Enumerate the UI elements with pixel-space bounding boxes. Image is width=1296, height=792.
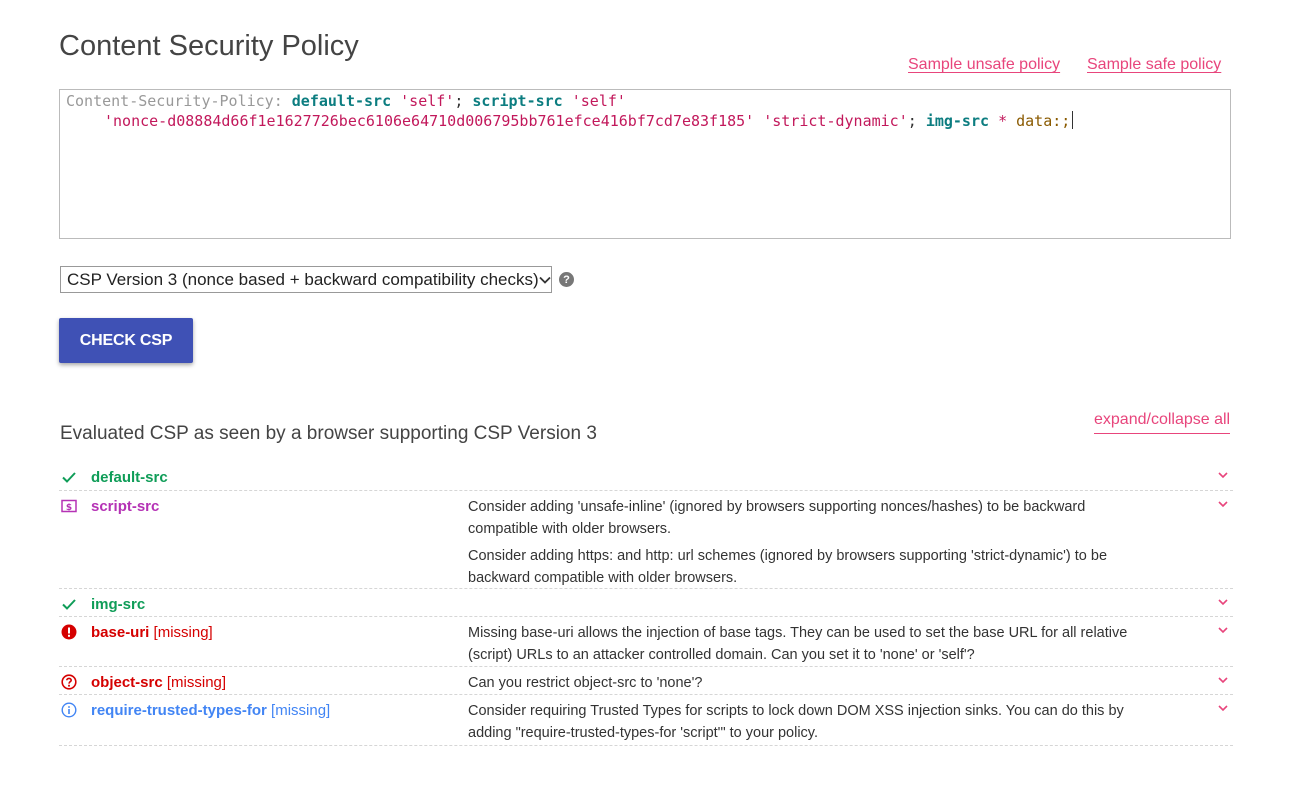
sample-safe-policy-link[interactable]: Sample safe policy (1087, 56, 1221, 74)
missing-tag: [missing] (271, 702, 331, 719)
csp-version-select[interactable]: CSP Version 3 (nonce based + backward co… (60, 266, 552, 293)
check-csp-button[interactable]: CHECK CSP (59, 318, 193, 363)
dollar-badge-icon: $ (61, 498, 77, 514)
page-title: Content Security Policy (59, 30, 359, 62)
editor-directive-img-src: img-src (925, 112, 990, 130)
check-icon (61, 596, 77, 612)
editor-directive-default-src: default-src (291, 92, 392, 110)
finding-messages: Missing base-uri allows the injection of… (468, 622, 1148, 671)
directive-name: require-trusted-types-for [missing] (91, 702, 330, 719)
directive-name: img-src (91, 596, 146, 613)
csp-editor[interactable]: Content-Security-Policy: default-src 'se… (59, 89, 1231, 239)
missing-tag: [missing] (166, 674, 227, 691)
svg-text:$: $ (66, 503, 72, 513)
editor-line-1: Content-Security-Policy: default-src 'se… (66, 92, 1224, 111)
results-list: default-src $ script-src Consider adding… (59, 462, 1233, 746)
editor-source-self: 'self' (571, 92, 626, 110)
editor-separator: ; (907, 112, 917, 130)
result-row-object-src[interactable]: object-src [missing] Can you restrict ob… (59, 667, 1233, 695)
editor-source-strict-dynamic: 'strict-dynamic' (763, 112, 908, 130)
directive-name: default-src (91, 469, 168, 486)
result-row-img-src[interactable]: img-src (59, 589, 1233, 617)
finding-message: Consider adding https: and http: url sch… (468, 548, 1108, 586)
finding-message: Consider requiring Trusted Types for scr… (468, 703, 1124, 741)
chevron-down-icon[interactable] (1217, 672, 1229, 684)
editor-directive-script-src: script-src (472, 92, 563, 110)
info-icon (61, 702, 77, 718)
finding-message: Consider adding 'unsafe-inline' (ignored… (468, 499, 1086, 537)
result-row-base-uri[interactable]: base-uri [missing] Missing base-uri allo… (59, 617, 1233, 667)
sample-unsafe-policy-link[interactable]: Sample unsafe policy (908, 56, 1060, 74)
editor-source-wildcard: * (998, 112, 1008, 130)
results-heading: Evaluated CSP as seen by a browser suppo… (60, 423, 597, 444)
directive-name: base-uri [missing] (91, 624, 213, 641)
csp-version-selected: CSP Version 3 (nonce based + backward co… (67, 269, 539, 289)
error-icon (61, 624, 77, 640)
text-caret (1072, 111, 1074, 129)
chevron-down-icon[interactable] (1217, 496, 1229, 508)
missing-tag: [missing] (153, 624, 213, 641)
chevron-down-icon[interactable] (1217, 467, 1229, 479)
chevron-down-icon[interactable] (1217, 594, 1229, 606)
finding-message: Missing base-uri allows the injection of… (468, 625, 1128, 663)
chevron-down-icon (539, 269, 551, 291)
directive-name: object-src [missing] (91, 674, 226, 691)
help-icon[interactable]: ? (559, 272, 574, 287)
check-icon (61, 469, 77, 485)
editor-source-nonce: 'nonce-d08884d66f1e1627726bec6106e64710d… (104, 112, 755, 130)
directive-label: object-src (91, 674, 163, 691)
editor-separator: ; (454, 92, 464, 110)
chevron-down-icon[interactable] (1217, 622, 1229, 634)
chevron-down-icon[interactable] (1217, 700, 1229, 712)
editor-separator: ; (1061, 112, 1071, 130)
result-row-require-trusted-types-for[interactable]: require-trusted-types-for [missing] Cons… (59, 695, 1233, 746)
directive-name: script-src (91, 498, 160, 515)
editor-header-token: Content-Security-Policy: (66, 92, 283, 110)
finding-message: Can you restrict object-src to 'none'? (468, 675, 703, 691)
editor-line-2: 'nonce-d08884d66f1e1627726bec6106e64710d… (66, 111, 1224, 131)
directive-label: require-trusted-types-for (91, 702, 267, 719)
result-row-script-src[interactable]: $ script-src Consider adding 'unsafe-inl… (59, 491, 1233, 589)
help-circle-icon (61, 674, 77, 690)
result-row-default-src[interactable]: default-src (59, 462, 1233, 491)
finding-messages: Consider requiring Trusted Types for scr… (468, 700, 1148, 749)
finding-messages: Consider adding 'unsafe-inline' (ignored… (468, 496, 1148, 594)
editor-source-data-scheme: data: (1016, 112, 1062, 130)
editor-source-self: 'self' (400, 92, 455, 110)
expand-collapse-all-link[interactable]: expand/collapse all (1094, 411, 1231, 434)
directive-label: base-uri (91, 624, 150, 641)
